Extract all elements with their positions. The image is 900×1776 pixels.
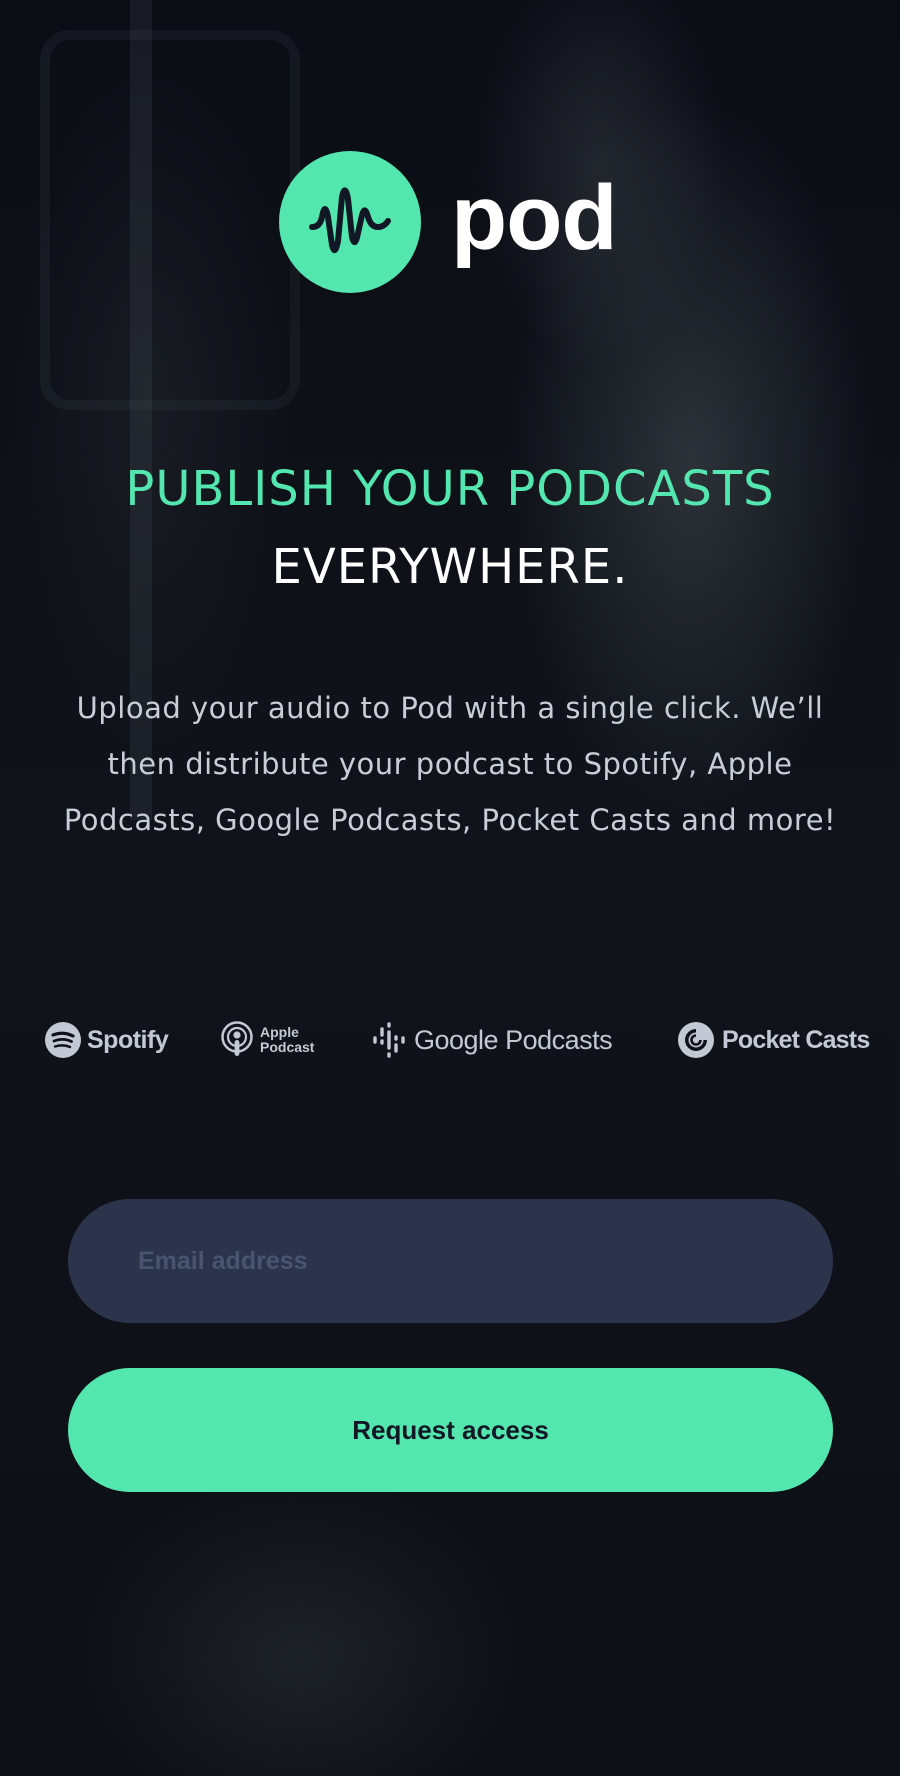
headline-line-1: PUBLISH YOUR PODCASTS	[125, 461, 775, 517]
email-field-container	[68, 1199, 833, 1323]
platform-name: Apple Podcast	[260, 1024, 315, 1055]
email-field[interactable]	[136, 1245, 833, 1277]
platform-google-podcasts: Google Podcasts	[372, 1015, 613, 1065]
microphone-shock-mount	[40, 30, 300, 410]
spotify-logo-icon	[45, 1022, 81, 1058]
google-podcasts-logo-icon	[373, 1022, 405, 1058]
pocket-casts-logo-icon	[678, 1022, 714, 1058]
platform-name: Spotify	[87, 1025, 169, 1054]
headline-line-2: EVERYWHERE.	[271, 539, 629, 595]
sound-wave-icon	[279, 151, 421, 293]
platform-logos: Spotify Apple Podcast Google Podcasts Po…	[0, 1015, 900, 1065]
platform-name: Pocket Casts	[722, 1025, 870, 1054]
platform-spotify: Spotify	[45, 1015, 169, 1065]
brand-name: pod	[451, 167, 618, 269]
platform-name: Google Podcasts	[414, 1024, 613, 1055]
platform-apple-podcasts: Apple Podcast	[220, 1015, 330, 1065]
apple-podcasts-logo-icon	[221, 1021, 253, 1056]
request-access-button[interactable]: Request access	[68, 1368, 833, 1492]
description: Upload your audio to Pod with a single c…	[63, 691, 837, 837]
headline: PUBLISH YOUR PODCASTS EVERYWHERE.	[0, 450, 900, 606]
pod-logo: pod	[279, 151, 618, 293]
platform-pocket-casts: Pocket Casts	[678, 1015, 870, 1065]
